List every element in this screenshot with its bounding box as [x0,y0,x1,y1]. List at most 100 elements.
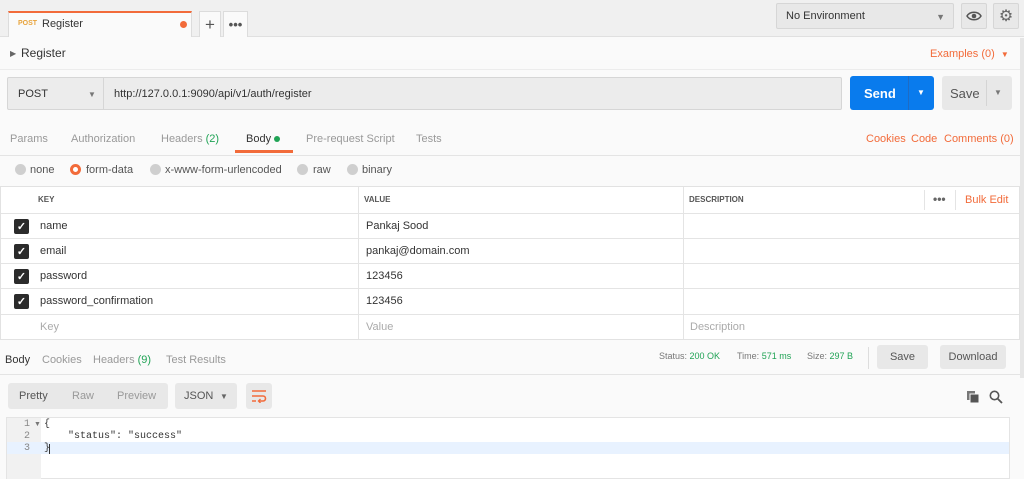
wrap-lines-icon [252,390,267,403]
tab-params[interactable]: Params [10,133,48,145]
divider [683,187,684,339]
copy-button[interactable] [965,389,981,405]
line-number: 2 [23,431,30,442]
radio-raw-label[interactable]: raw [313,164,331,176]
divider [1,314,1019,315]
format-preview[interactable]: Preview [117,390,156,402]
copy-icon [967,391,980,404]
code-line: { [44,419,51,430]
response-download-button[interactable]: Download [940,345,1006,369]
radio-binary-label[interactable]: binary [362,164,392,176]
format-raw[interactable]: Raw [72,390,94,402]
chevron-down-icon: ▼ [936,12,945,22]
radio-raw[interactable] [297,164,308,175]
radio-binary[interactable] [347,164,358,175]
examples-link-label: Examples (0) [930,48,995,60]
tab-headers[interactable]: Headers (2) [161,133,219,145]
row-checkbox[interactable]: ✓ [14,244,29,259]
line-number: 1 [23,419,30,430]
param-value[interactable]: pankaj@domain.com [366,245,470,257]
response-tab-body[interactable]: Body [5,354,30,366]
active-tab-indicator [235,150,293,153]
radio-form-data[interactable] [70,164,81,175]
divider [358,187,359,339]
row-checkbox[interactable]: ✓ [14,269,29,284]
request-title-row [0,38,1024,70]
response-tab-cookies[interactable]: Cookies [42,354,82,366]
request-tab[interactable]: POST Register [8,11,192,37]
divider [908,76,909,110]
radio-none[interactable] [15,164,26,175]
collapse-arrow-icon[interactable]: ▶ [10,49,16,58]
cookies-link[interactable]: Cookies [866,133,906,145]
new-key-input[interactable]: Key [40,321,59,333]
send-button[interactable]: Send ▼ [850,76,934,110]
text-cursor [49,444,50,454]
status-value: 200 OK [689,351,721,361]
new-value-input[interactable]: Value [366,321,393,333]
param-key[interactable]: password [40,270,87,282]
response-tabs [0,341,1024,375]
more-options-icon[interactable]: ••• [933,192,946,206]
row-checkbox[interactable]: ✓ [14,294,29,309]
size-label: Size: [807,351,828,361]
column-header-description: DESCRIPTION [689,195,744,204]
save-button[interactable]: Save ▼ [942,76,1012,110]
param-value[interactable]: Pankaj Sood [366,220,428,232]
response-tab-test-results[interactable]: Test Results [166,354,226,366]
gear-icon: ⚙ [998,8,1014,25]
wrap-lines-button[interactable] [246,383,272,409]
response-save-button[interactable]: Save [877,345,928,369]
tab-tests[interactable]: Tests [416,133,442,145]
chevron-down-icon: ▼ [88,90,96,99]
search-button[interactable] [988,389,1004,405]
divider [1,263,1019,264]
radio-urlencoded[interactable] [150,164,161,175]
environment-select[interactable]: No Environment ▼ [776,3,954,29]
examples-link[interactable]: Examples (0) ▼ [930,48,1009,60]
add-tab-button[interactable]: + [199,11,221,37]
divider [955,190,956,210]
divider [924,190,925,210]
fold-arrow-icon[interactable]: ▼ [34,421,41,428]
method-select-label: POST [18,88,48,100]
tab-body[interactable]: Body [246,133,271,145]
language-select[interactable]: JSON ▼ [175,383,237,409]
divider [986,80,987,106]
environment-quick-look-button[interactable] [961,3,987,29]
chevron-down-icon[interactable]: ▼ [994,88,1002,97]
code-link[interactable]: Code [911,133,937,145]
chevron-down-icon[interactable]: ▼ [917,88,925,97]
row-checkbox[interactable]: ✓ [14,219,29,234]
save-button-label: Save [950,86,980,101]
param-value[interactable]: 123456 [366,295,403,307]
scrollbar[interactable] [1020,38,1024,378]
request-tab-name: Register [42,18,83,30]
tab-pre-request-script[interactable]: Pre-request Script [306,133,395,145]
new-description-input[interactable]: Description [690,321,745,333]
request-title: Register [21,46,66,60]
response-tab-headers[interactable]: Headers (9) [93,354,151,366]
radio-none-label[interactable]: none [30,164,54,176]
method-select[interactable]: POST ▼ [7,77,104,110]
divider [1,238,1019,239]
tab-authorization[interactable]: Authorization [71,133,135,145]
divider [868,347,869,369]
format-pretty[interactable]: Pretty [19,390,48,402]
param-key[interactable]: password_confirmation [40,295,153,307]
time-value: 571 ms [761,351,792,361]
url-input[interactable] [104,77,842,110]
more-tabs-button[interactable]: ••• [223,11,248,37]
param-key[interactable]: name [40,220,68,232]
chevron-down-icon: ▼ [1000,50,1009,59]
bulk-edit-link[interactable]: Bulk Edit [965,194,1008,206]
settings-button[interactable]: ⚙ [993,3,1019,29]
more-dots-icon: ••• [228,17,243,32]
param-value[interactable]: 123456 [366,270,403,282]
plus-icon: + [205,14,215,34]
response-tab-headers-count: (9) [137,354,152,366]
radio-form-data-label[interactable]: form-data [86,164,133,176]
comments-link[interactable]: Comments (0) [944,133,1014,145]
param-key[interactable]: email [40,245,66,257]
radio-urlencoded-label[interactable]: x-www-form-urlencoded [165,164,282,176]
